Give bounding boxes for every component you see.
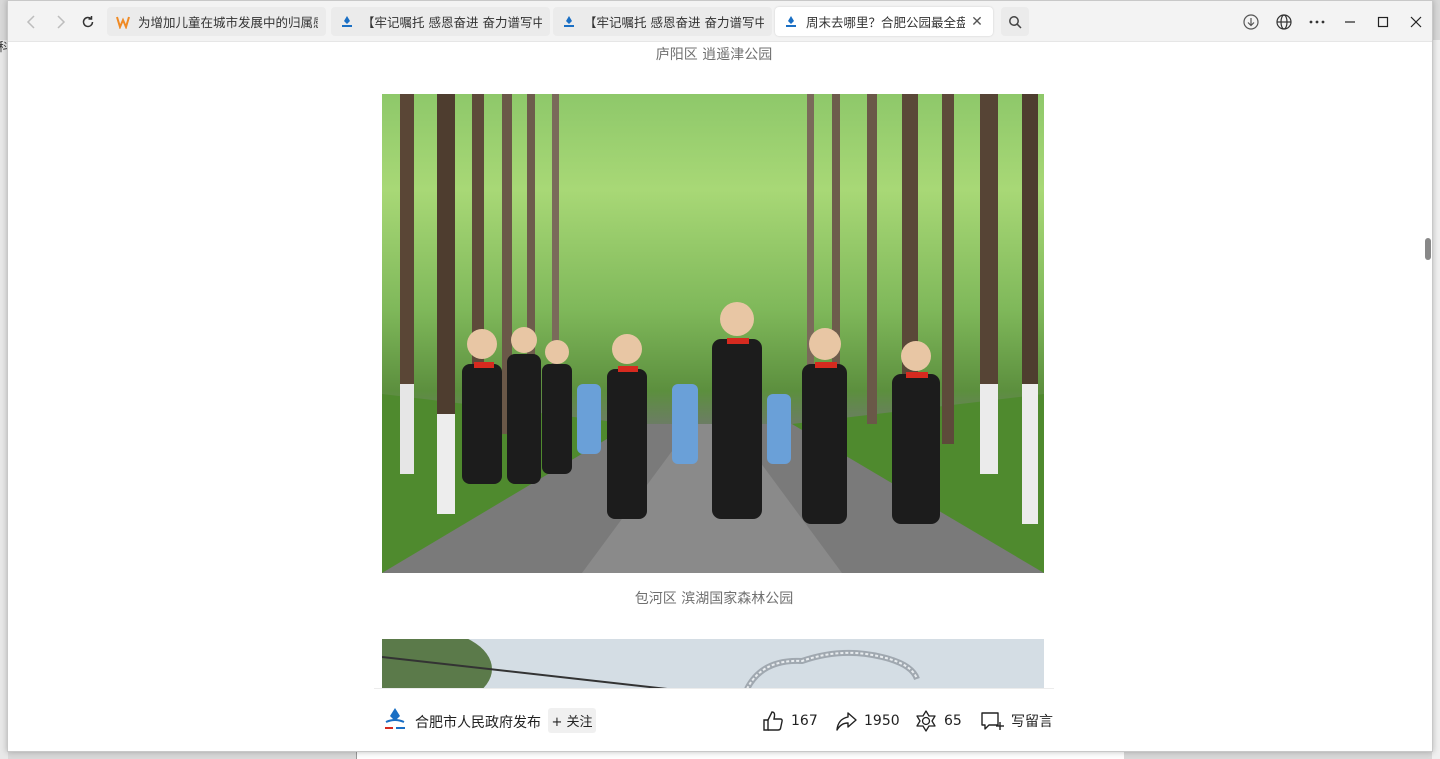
- browser-window: 为增加儿童在城市发展中的归属感 【牢记嘱托 感恩奋进 奋力谱写中国 【牢记嘱托 …: [7, 0, 1433, 752]
- scrollbar-thumb[interactable]: [1425, 238, 1431, 260]
- title-bar: 为增加儿童在城市发展中的归属感 【牢记嘱托 感恩奋进 奋力谱写中国 【牢记嘱托 …: [8, 1, 1432, 42]
- follow-button[interactable]: + 关注: [548, 708, 596, 733]
- like-count: 167: [791, 713, 818, 729]
- author-avatar[interactable]: [382, 706, 408, 732]
- comment-label: 写留言: [1011, 714, 1053, 730]
- article-action-bar: 合肥市人民政府发布 + 关注 167 1950 65 写留言: [374, 688, 1054, 751]
- photo-caption: 包河区 滨湖国家森林公园: [634, 591, 794, 607]
- tab-title: 周末去哪里？合肥公园最全盘: [806, 15, 965, 30]
- reload-icon: [82, 16, 94, 28]
- hefei-gov-icon: [783, 14, 799, 30]
- chevron-right-icon: [57, 15, 66, 29]
- wow-star-icon: [916, 710, 936, 732]
- more-icon: [1309, 20, 1325, 24]
- more-menu-button[interactable]: [1306, 11, 1328, 33]
- close-tab-icon[interactable]: ✕: [969, 14, 985, 30]
- comment-icon: [981, 712, 1004, 730]
- photo-caption: 庐阳区 逍遥津公园: [655, 47, 773, 63]
- search-icon: [1009, 15, 1022, 29]
- write-comment-button[interactable]: 写留言: [980, 708, 1053, 734]
- back-button[interactable]: [20, 11, 42, 33]
- share-count: 1950: [864, 713, 900, 729]
- globe-icon: [1276, 14, 1292, 30]
- background-page-strip: [356, 751, 1124, 759]
- maximize-button[interactable]: [1372, 11, 1394, 33]
- hefei-gov-icon: [339, 14, 355, 30]
- minimize-button[interactable]: [1339, 11, 1361, 33]
- minimize-icon: [1345, 21, 1355, 23]
- close-window-button[interactable]: [1405, 11, 1427, 33]
- share-icon: [836, 712, 857, 731]
- tab-title: 【牢记嘱托 感恩奋进 奋力谱写中国: [362, 15, 542, 30]
- wow-count: 65: [944, 713, 962, 729]
- article-photo-children-running: [382, 94, 1044, 573]
- tab-title: 【牢记嘱托 感恩奋进 奋力谱写中国: [584, 15, 764, 30]
- article-content: 庐阳区 逍遥津公园 包河区 滨湖国家森林公园: [8, 42, 1420, 751]
- thumbs-up-icon: [763, 711, 783, 731]
- translate-button[interactable]: [1273, 11, 1295, 33]
- tab-1[interactable]: 为增加儿童在城市发展中的归属感: [107, 7, 326, 36]
- tab-4-active[interactable]: 周末去哪里？合肥公园最全盘 ✕: [775, 7, 993, 36]
- close-icon: [1410, 16, 1422, 28]
- download-icon: [1243, 14, 1259, 30]
- share-button[interactable]: 1950: [835, 708, 900, 734]
- chevron-left-icon: [26, 15, 35, 29]
- like-button[interactable]: 167: [762, 708, 818, 734]
- orange-w-icon: [115, 14, 131, 30]
- tab-search-button[interactable]: [1001, 7, 1029, 36]
- maximize-icon: [1377, 16, 1389, 28]
- scrollbar[interactable]: [1420, 42, 1432, 751]
- background-page-edge-right: [1432, 40, 1440, 759]
- reload-button[interactable]: [77, 11, 99, 33]
- download-button[interactable]: [1240, 11, 1262, 33]
- tab-title: 为增加儿童在城市发展中的归属感: [138, 15, 318, 30]
- forward-button[interactable]: [50, 11, 72, 33]
- tab-2[interactable]: 【牢记嘱托 感恩奋进 奋力谱写中国: [331, 7, 550, 36]
- wow-button[interactable]: 65: [915, 708, 962, 734]
- hefei-gov-icon: [561, 14, 577, 30]
- author-name[interactable]: 合肥市人民政府发布: [415, 712, 541, 732]
- tab-3[interactable]: 【牢记嘱托 感恩奋进 奋力谱写中国: [553, 7, 772, 36]
